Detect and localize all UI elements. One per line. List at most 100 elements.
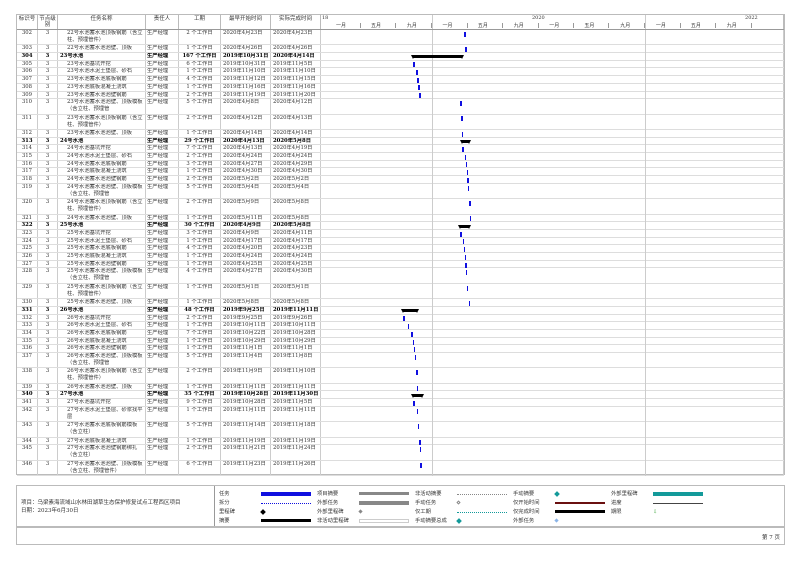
duration-cell: 4 个工作日 (179, 245, 221, 253)
legend-item: 外部里程碑 (317, 508, 363, 516)
id-cell: 342 (17, 406, 38, 422)
hollow-icon (456, 500, 461, 505)
duration-cell: 1 个工作日 (179, 68, 221, 76)
id-cell: 316 (17, 160, 38, 168)
level-cell: 3 (38, 322, 58, 329)
task-name-cell: 23号水池蓄水池池壁、顶板模板（含立柱、预埋管 (58, 99, 146, 114)
duration-cell: 6 个工作日 (179, 60, 221, 68)
id-cell: 307 (17, 76, 38, 83)
id-cell: 317 (17, 168, 38, 176)
legend-item: 仅完成时间 (513, 508, 605, 516)
tealbar-icon (653, 492, 703, 496)
legend-item: 非活动里程碑 (317, 517, 409, 525)
finish-cell: 2020年4月29日 (271, 160, 321, 168)
finish-cell: 2019年10月28日 (271, 329, 321, 337)
level-cell: 3 (38, 260, 58, 268)
start-cell: 2020年4月30日 (221, 168, 271, 176)
task-name-cell: 24号水池基坑开挖 (58, 145, 146, 153)
task-bar (416, 370, 418, 376)
task-bar (469, 200, 471, 206)
task-bar (416, 70, 418, 75)
level-cell: 3 (38, 30, 58, 45)
start-cell: 2020年5月9日 (221, 199, 271, 214)
id-cell: 311 (17, 114, 38, 129)
finish-cell: 2019年11月5日 (271, 60, 321, 68)
finish-cell: 2020年4月30日 (271, 268, 321, 283)
task-name-cell: 24号水池蓄水池池壁、顶板模板（含立柱、预埋管 (58, 183, 146, 199)
owner-cell: 生产经理 (146, 314, 179, 322)
id-cell: 303 (17, 45, 38, 53)
start-cell: 2020年4月13日 (221, 145, 271, 153)
task-bar (465, 162, 468, 168)
start-cell: 2020年4月27日 (221, 160, 271, 168)
level-cell: 3 (38, 283, 58, 299)
duration-cell: 7 个工作日 (179, 145, 221, 153)
task-bar (418, 85, 420, 91)
owner-cell: 生产经理 (146, 214, 179, 222)
finish-cell: 2019年11月26日 (271, 460, 321, 476)
legend-label: 仅工期 (415, 509, 431, 515)
owner-cell: 生产经理 (146, 253, 179, 260)
level-cell: 3 (38, 299, 58, 306)
task-name-cell: 25号水池蓄水池顶板钢筋（含立柱、预埋管件） (58, 283, 146, 299)
task-bar (417, 424, 420, 430)
id-cell: 343 (17, 422, 38, 437)
task-bar (466, 170, 469, 176)
start-cell: 2019年10月22日 (221, 329, 271, 337)
owner-cell: 生产经理 (146, 160, 179, 168)
duration-cell: 5 个工作日 (179, 183, 221, 199)
duration-cell: 1 个工作日 (179, 406, 221, 422)
task-name-cell: 24号水池蓄水池池壁、顶板 (58, 214, 146, 222)
legend-item: 拆分 (219, 499, 311, 507)
owner-cell: 生产经理 (146, 368, 179, 383)
owner-cell: 生产经理 (146, 153, 179, 160)
duration-cell: 1 个工作日 (179, 83, 221, 91)
owner-cell: 生产经理 (146, 222, 179, 229)
task-bar (461, 116, 463, 122)
grayline-icon (653, 503, 703, 504)
id-cell: 305 (17, 60, 38, 68)
task-bar (464, 254, 467, 260)
level-cell: 3 (38, 114, 58, 129)
task-bar (462, 239, 465, 245)
finish-cell: 2020年4月12日 (271, 99, 321, 114)
task-bar (466, 285, 469, 291)
start-cell: 2020年4月8日 (221, 99, 271, 114)
owner-cell: 生产经理 (146, 60, 179, 68)
id-cell: 312 (17, 129, 38, 137)
start-cell: 2020年4月25日 (221, 260, 271, 268)
summary-icon (555, 510, 605, 513)
start-cell: 2019年10月31日 (221, 53, 271, 60)
legend-label: 期限 (611, 509, 622, 515)
task-name-cell: 23号水池蓄水池顶板钢筋（含立柱、预埋管件） (58, 114, 146, 129)
duration-cell: 35 个工作日 (179, 391, 221, 399)
task-bar (464, 31, 467, 37)
duration-cell: 1 个工作日 (179, 337, 221, 345)
level-cell: 3 (38, 391, 58, 399)
level-cell: 3 (38, 460, 58, 476)
task-name-cell: 27号水池蓄水池底板钢筋模板（含立柱） (58, 422, 146, 437)
id-cell: 315 (17, 153, 38, 160)
level-cell: 3 (38, 329, 58, 337)
legend-label: 拆分 (219, 500, 230, 506)
split-icon (261, 503, 311, 504)
owner-cell: 生产经理 (146, 260, 179, 268)
finish-cell: 2020年4月26日 (271, 45, 321, 53)
legend-label: 外部任务 (513, 518, 535, 524)
start-cell: 2020年4月9日 (221, 229, 271, 237)
task-name-cell: 25号水池蓄水池池壁、顶板 (58, 299, 146, 306)
legend-label: 里程碑 (219, 509, 235, 515)
task-bar (467, 185, 470, 191)
owner-cell: 生产经理 (146, 445, 179, 460)
level-cell: 3 (38, 337, 58, 345)
owner-cell: 生产经理 (146, 460, 179, 476)
level-cell: 3 (38, 214, 58, 222)
finish-cell: 2019年11月11日 (271, 306, 321, 314)
level-cell: 3 (38, 76, 58, 83)
finish-cell: 2020年4月17日 (271, 237, 321, 245)
duration-cell: 1 个工作日 (179, 383, 221, 391)
finish-cell: 2020年5月8日 (271, 214, 321, 222)
owner-cell: 生产经理 (146, 237, 179, 245)
task-bar (412, 401, 416, 407)
task-icon (261, 492, 311, 496)
